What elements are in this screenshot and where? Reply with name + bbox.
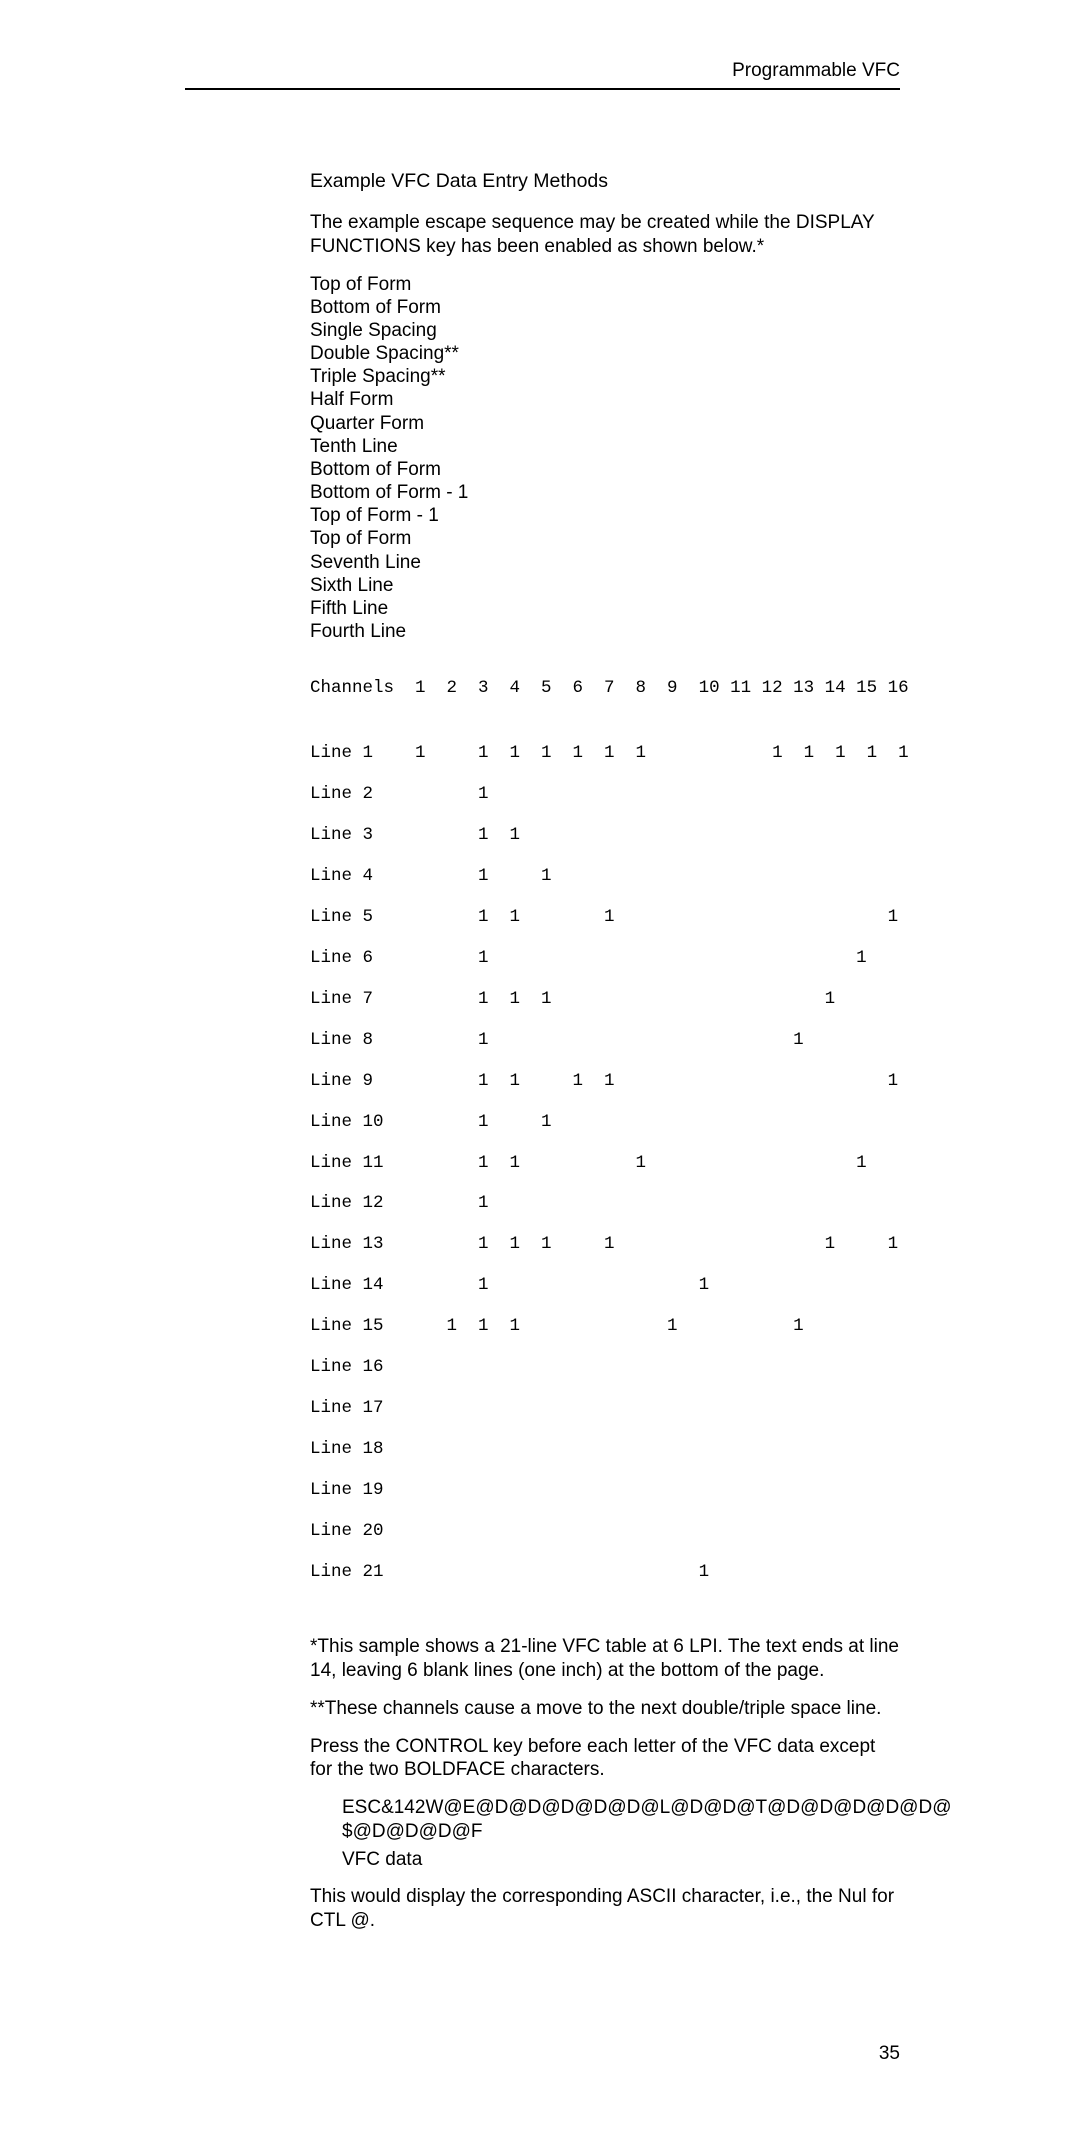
table-row: Line 20 — [310, 1521, 900, 1541]
section-title: Example VFC Data Entry Methods — [310, 170, 900, 193]
running-head: Programmable VFC — [185, 60, 900, 90]
table-row: Line 2 1 — [310, 784, 900, 804]
vfc-table: Channels 1 2 3 4 5 6 7 8 9 10 11 12 13 1… — [310, 657, 900, 1623]
table-row: Line 21 1 — [310, 1562, 900, 1582]
table-row: Line 11 1 1 1 1 — [310, 1153, 900, 1173]
table-row: Line 16 — [310, 1357, 900, 1377]
list-item: Triple Spacing** — [310, 365, 900, 388]
list-item: Seventh Line — [310, 551, 900, 574]
footnote-1: *This sample shows a 21-line VFC table a… — [310, 1635, 900, 1683]
list-item: Double Spacing** — [310, 342, 900, 365]
table-row: Line 10 1 1 — [310, 1112, 900, 1132]
list-item: Top of Form — [310, 527, 900, 550]
table-header-row: Channels 1 2 3 4 5 6 7 8 9 10 11 12 13 1… — [310, 678, 900, 698]
list-item: Tenth Line — [310, 435, 900, 458]
table-row: Line 1 1 1 1 1 1 1 1 1 1 1 1 1 — [310, 743, 900, 763]
list-item: Sixth Line — [310, 574, 900, 597]
list-item: Bottom of Form — [310, 458, 900, 481]
table-row: Line 3 1 1 — [310, 825, 900, 845]
table-row: Line 5 1 1 1 1 — [310, 907, 900, 927]
table-row: Line 18 — [310, 1439, 900, 1459]
table-row: Line 6 1 1 — [310, 948, 900, 968]
table-row: Line 4 1 1 — [310, 866, 900, 886]
table-row: Line 7 1 1 1 1 — [310, 989, 900, 1009]
table-row: Line 14 1 1 — [310, 1275, 900, 1295]
table-row: Line 9 1 1 1 1 1 — [310, 1071, 900, 1091]
table-row: Line 13 1 1 1 1 1 1 — [310, 1234, 900, 1254]
list-item: Bottom of Form — [310, 296, 900, 319]
escape-sequence: ESC&142W@E@D@D@D@D@D@L@D@D@T@D@D@D@D@D@ … — [310, 1796, 900, 1844]
instruction-paragraph: Press the CONTROL key before each letter… — [310, 1735, 900, 1783]
table-row: Line 8 1 1 — [310, 1030, 900, 1050]
page-number: 35 — [185, 2043, 900, 2065]
table-row: Line 19 — [310, 1480, 900, 1500]
list-item: Fifth Line — [310, 597, 900, 620]
list-item: Half Form — [310, 388, 900, 411]
table-row: Line 12 1 — [310, 1193, 900, 1213]
list-item: Quarter Form — [310, 412, 900, 435]
list-item: Bottom of Form - 1 — [310, 481, 900, 504]
list-item: Single Spacing — [310, 319, 900, 342]
list-item: Fourth Line — [310, 620, 900, 643]
table-row: Line 15 1 1 1 1 1 — [310, 1316, 900, 1336]
list-item: Top of Form — [310, 273, 900, 296]
escape-sequence-line: $@D@D@D@F — [342, 1821, 483, 1842]
intro-paragraph: The example escape sequence may be creat… — [310, 211, 900, 259]
closing-paragraph: This would display the corresponding ASC… — [310, 1885, 900, 1933]
table-row: Line 17 — [310, 1398, 900, 1418]
footnote-2: **These channels cause a move to the nex… — [310, 1697, 900, 1721]
content-column: Example VFC Data Entry Methods The examp… — [185, 170, 900, 1933]
escape-sequence-line: ESC&142W@E@D@D@D@D@D@L@D@D@T@D@D@D@D@D@ — [342, 1797, 951, 1818]
vfc-data-label: VFC data — [310, 1848, 900, 1872]
channel-definitions-list: Top of Form Bottom of Form Single Spacin… — [310, 273, 900, 644]
list-item: Top of Form - 1 — [310, 504, 900, 527]
